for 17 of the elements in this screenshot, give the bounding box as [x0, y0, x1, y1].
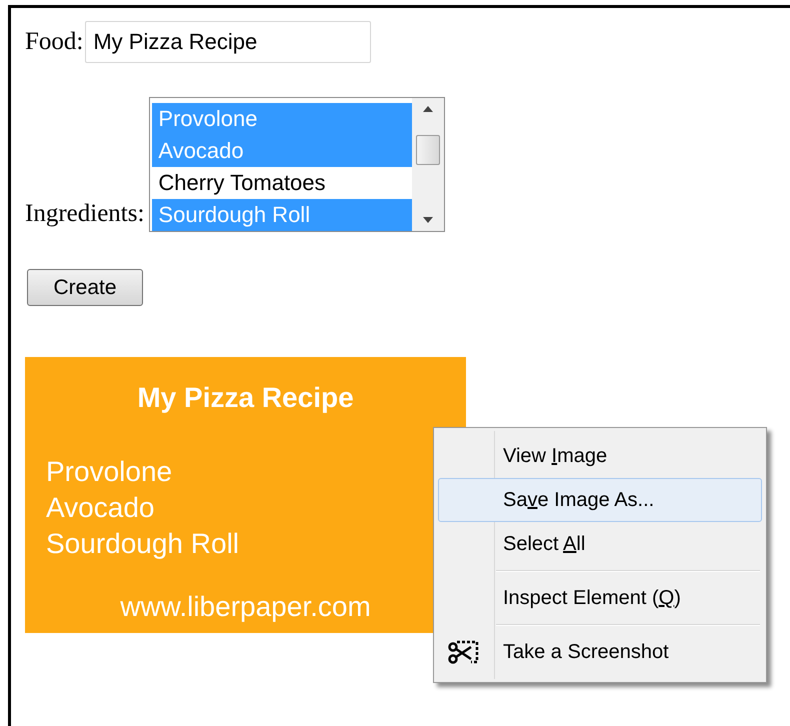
ingredients-listbox[interactable]: Provolone Avocado Cherry Tomatoes Sourdough Roll	[149, 97, 446, 232]
scroll-thumb[interactable]	[416, 134, 440, 164]
ingredient-text: Provolone	[46, 455, 174, 489]
scroll-up-icon[interactable]	[423, 106, 434, 112]
field-label: Food:	[25, 27, 84, 58]
card-title: My Pizza Recipe	[136, 381, 355, 415]
menu-item[interactable]: Take a Screenshot	[438, 630, 762, 674]
ingredient-text: Sourdough Roll	[46, 527, 240, 561]
scroll-down-icon[interactable]	[423, 217, 434, 223]
scrollbar[interactable]	[412, 98, 444, 231]
menu-item[interactable]: Select All	[438, 522, 762, 566]
input-field[interactable]: My Pizza Recipe	[85, 21, 372, 63]
menu-item[interactable]: Save Image As...	[438, 478, 762, 522]
menu-item[interactable]: View Image	[438, 434, 762, 478]
field-label: Ingredients:	[25, 199, 144, 229]
create-button[interactable]: Create	[27, 269, 143, 306]
ingredient-text: Avocado	[46, 491, 156, 525]
